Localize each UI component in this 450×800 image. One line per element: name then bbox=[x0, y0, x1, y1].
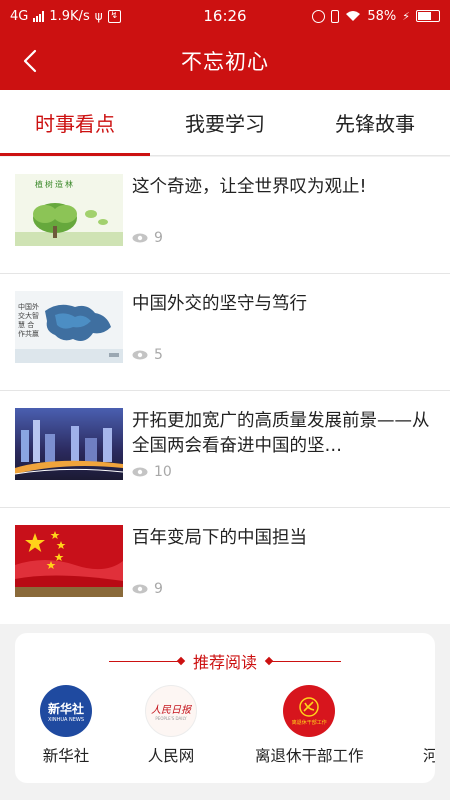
eye-icon bbox=[132, 350, 148, 360]
xinhua-logo-text: 新华社 bbox=[47, 701, 84, 716]
people-logo-text: 人民日报 bbox=[151, 705, 191, 716]
divider-left bbox=[108, 660, 181, 662]
status-right: 58% ⚡ bbox=[312, 9, 440, 24]
people-daily-logo: 人民日报 PEOPLE'S DAILY bbox=[145, 685, 197, 737]
network-type: 4G bbox=[10, 8, 29, 24]
tab-bar: 时事看点 我要学习 先锋故事 bbox=[0, 90, 450, 156]
recommended-reading-card: 推荐阅读 新华社 XINHUA NEWS 新华社 人民日报 PEOPLE'S D… bbox=[15, 633, 435, 783]
vibrate-icon bbox=[331, 9, 340, 23]
thumbnail-caption: 植树造林 bbox=[35, 180, 75, 189]
tab-pioneer-stories[interactable]: 先锋故事 bbox=[300, 90, 450, 155]
app-header: 不忘初心 bbox=[0, 32, 450, 90]
back-arrow-icon bbox=[23, 49, 37, 73]
divider-right bbox=[269, 660, 341, 662]
news-title: 开拓更加宽广的高质量发展前景——从全国两会看奋进中国的坚… bbox=[132, 411, 430, 456]
news-title: 这个奇迹，让全世界叹为观止! bbox=[132, 177, 367, 197]
recommended-reading-title: 推荐阅读 bbox=[192, 653, 257, 672]
news-item[interactable]: 中国外交大智慧 合作共赢 中国外交的坚守与笃行 5 bbox=[0, 274, 450, 391]
back-button[interactable] bbox=[10, 41, 50, 81]
charging-icon: ⚡ bbox=[402, 9, 410, 23]
news-thumbnail bbox=[15, 525, 123, 597]
rec-item-retired-cadres[interactable]: 离退休干部工作 离退休干部工作 bbox=[255, 685, 364, 766]
view-count: 5 bbox=[132, 347, 163, 363]
usb-icon: ψ bbox=[94, 9, 103, 23]
news-item[interactable]: 植树造林 这个奇迹，让全世界叹为观止! 9 bbox=[0, 157, 450, 274]
recommended-reading-header: 推荐阅读 bbox=[15, 649, 435, 673]
xinhua-logo: 新华社 XINHUA NEWS bbox=[40, 685, 92, 737]
rec-item-label: 离退休干部工作 bbox=[255, 747, 364, 765]
view-count-value: 9 bbox=[154, 581, 163, 597]
view-count-value: 9 bbox=[154, 230, 163, 246]
page-title: 不忘初心 bbox=[181, 50, 269, 74]
news-title: 百年变局下的中国担当 bbox=[132, 528, 307, 548]
tab-learning[interactable]: 我要学习 bbox=[150, 90, 300, 155]
rec-item-people[interactable]: 人民日报 PEOPLE'S DAILY 人民网 bbox=[145, 685, 197, 766]
signal-icon bbox=[33, 10, 45, 22]
party-emblem-icon bbox=[299, 696, 319, 717]
rec-item-label: 人民网 bbox=[147, 747, 195, 765]
news-list: 植树造林 这个奇迹，让全世界叹为观止! 9 中国外交大智慧 合作共赢 中国外交的… bbox=[0, 157, 450, 624]
xinhua-logo-subtext: XINHUA NEWS bbox=[47, 716, 85, 723]
view-count-value: 5 bbox=[154, 347, 163, 363]
recommended-items: 新华社 XINHUA NEWS 新华社 人民日报 PEOPLE'S DAILY … bbox=[15, 685, 435, 775]
people-logo-subtext: PEOPLE'S DAILY bbox=[155, 716, 187, 721]
alarm-icon bbox=[312, 9, 326, 23]
view-count: 9 bbox=[132, 581, 163, 597]
partial-logo bbox=[423, 685, 435, 737]
news-thumbnail bbox=[15, 408, 123, 480]
rec-item-label: 新华社 bbox=[42, 747, 90, 765]
status-bar: 4G 1.9K/s ψ ↯ 16:26 58% ⚡ bbox=[0, 0, 450, 32]
eye-icon bbox=[132, 467, 148, 477]
retired-logo-text: 离退休干部工作 bbox=[291, 719, 327, 726]
news-title: 中国外交的坚守与笃行 bbox=[132, 294, 307, 314]
wifi-icon bbox=[346, 11, 361, 21]
battery-text: 58% bbox=[367, 8, 397, 24]
news-item[interactable]: 开拓更加宽广的高质量发展前景——从全国两会看奋进中国的坚… 10 bbox=[0, 391, 450, 508]
battery-icon bbox=[416, 10, 440, 22]
view-count: 9 bbox=[132, 230, 163, 246]
view-count-value: 10 bbox=[154, 464, 172, 480]
status-left: 4G 1.9K/s ψ ↯ bbox=[10, 9, 312, 24]
news-thumbnail: 中国外交大智慧 合作共赢 bbox=[15, 291, 123, 363]
eye-icon bbox=[132, 233, 148, 243]
retired-cadres-logo: 离退休干部工作 bbox=[283, 685, 336, 737]
rec-item-label: 河 bbox=[423, 747, 435, 765]
rec-item-xinhua[interactable]: 新华社 XINHUA NEWS 新华社 bbox=[40, 685, 92, 766]
tab-current-affairs[interactable]: 时事看点 bbox=[0, 90, 150, 156]
news-thumbnail: 植树造林 bbox=[15, 174, 123, 246]
notification-icon: ↯ bbox=[107, 9, 121, 23]
view-count: 10 bbox=[132, 464, 172, 480]
news-item[interactable]: 百年变局下的中国担当 9 bbox=[0, 508, 450, 624]
network-speed: 1.9K/s bbox=[49, 8, 90, 24]
eye-icon bbox=[132, 584, 148, 594]
thumbnail-caption: 中国外交大智慧 合作共赢 bbox=[18, 303, 39, 338]
rec-item-partial[interactable]: 河 bbox=[423, 685, 435, 766]
